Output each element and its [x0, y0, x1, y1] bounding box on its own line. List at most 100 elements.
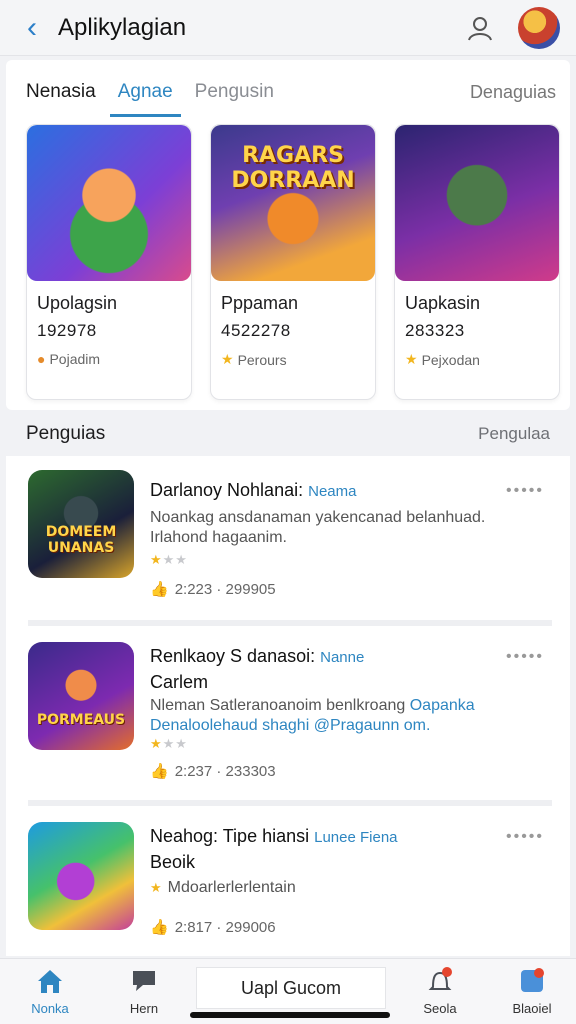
nav-label: Seola: [423, 1001, 457, 1016]
tab-pengusin[interactable]: Pengusin: [195, 77, 274, 107]
game-thumbnail: DOMEEM UNANAS: [28, 470, 134, 578]
card-tag: ★ Pejxodan: [405, 351, 480, 368]
tab-bar: Nenasia Agnae Pengusin Denaguias: [26, 72, 556, 117]
item-title-link[interactable]: Nanne: [320, 649, 364, 666]
item-description: Nleman Satleranoanoim benlkroang Oapanka…: [150, 696, 500, 736]
divider: [28, 800, 552, 806]
nav-blaoiel[interactable]: Blaoiel: [492, 967, 572, 1016]
nav-label: Blaoiel: [512, 1001, 552, 1016]
star-icon: ★★: [162, 736, 188, 751]
item-meta-text: 2:223 · 299905: [174, 580, 276, 598]
search-field[interactable]: Uapl Gucom: [196, 967, 386, 1009]
tab-nenasia[interactable]: Nenasia: [26, 77, 96, 107]
item-title-link[interactable]: Lunee Fiena: [314, 829, 397, 846]
card-number: 4522278: [221, 321, 291, 340]
profile-button[interactable]: [460, 8, 500, 48]
card-tag-label: Pejxodan: [421, 351, 480, 368]
thumbs-up-icon: 👍: [150, 581, 169, 598]
item-title: Neahog: Tipe hiansi Lunee Fiena Beoik: [150, 824, 470, 874]
app-title: Aplikylagian: [58, 13, 187, 41]
user-icon: [468, 16, 492, 40]
game-thumbnail: [28, 822, 134, 930]
nav-label: Hern: [129, 1001, 159, 1016]
star-icon: ★: [150, 880, 162, 895]
more-options-icon[interactable]: •••••: [506, 482, 544, 500]
nav-home[interactable]: Nonka: [10, 967, 90, 1016]
item-desc-text: Mdoarlerlerlentain: [167, 879, 296, 896]
game-artwork: RAGARS DORRAAN: [211, 125, 375, 281]
item-meta: 👍 2:223 · 299905: [150, 580, 276, 599]
item-title-link[interactable]: Neama: [308, 483, 356, 500]
card-tag-label: Perours: [237, 351, 287, 368]
back-button[interactable]: ‹: [10, 6, 54, 50]
game-artwork: [27, 125, 191, 281]
avatar[interactable]: [518, 6, 560, 49]
card-number: 192978: [37, 321, 97, 340]
section-title: Penguias: [26, 423, 106, 444]
app-grid-icon: [521, 968, 544, 992]
thumbs-up-icon: 👍: [150, 919, 169, 936]
pin-icon: ●: [37, 351, 46, 367]
star-rating: ★★★: [150, 552, 188, 568]
thumbnail-title: PORMEAUS: [36, 712, 126, 728]
item-title: Darlanoy Nohlanai: Neama: [150, 478, 470, 504]
item-title-line2: Beoik: [150, 852, 196, 872]
card-number: 283323: [405, 321, 465, 340]
featured-card[interactable]: RAGARS DORRAAN Pppaman 4522278 ★ Perours: [210, 124, 376, 400]
card-tag: ★ Perours: [221, 351, 287, 368]
item-meta: 👍 2:817 · 299006: [150, 918, 276, 937]
item-title-text: Darlanoy Nohlanai:: [150, 480, 304, 500]
item-desc-link[interactable]: Oapanka: [410, 697, 475, 714]
item-description: ★ Mdoarlerlerlentain: [150, 878, 500, 898]
star-icon: ★: [405, 351, 418, 367]
game-thumbnail: PORMEAUS: [28, 642, 134, 750]
star-icon: ★: [221, 351, 234, 367]
featured-cards: Upolagsin 192978 ● Pojadim RAGARS DORRAA…: [26, 124, 560, 400]
item-title-line2: Carlem: [150, 672, 209, 692]
home-icon: [38, 970, 62, 993]
star-icon: ★: [150, 552, 163, 567]
star-icon: ★: [150, 736, 163, 751]
app-list: DOMEEM UNANAS Darlanoy Nohlanai: Neama •…: [6, 456, 570, 956]
bell-icon: [428, 967, 452, 990]
nav-hern[interactable]: Hern: [104, 967, 184, 1016]
top-app-bar: ‹ Aplikylagian: [0, 0, 576, 56]
card-tag: ● Pojadim: [37, 351, 100, 367]
artwork-title: RAGARS DORRAAN: [231, 143, 355, 193]
item-meta: 👍 2:237 · 233303: [150, 762, 276, 781]
section-more-link[interactable]: Pengulaa: [478, 424, 550, 444]
section-header: Penguias Pengulaa: [0, 414, 576, 454]
chat-bubble-icon: [133, 971, 155, 991]
nav-label: Nonka: [31, 1001, 69, 1016]
list-item[interactable]: PORMEAUS Renlkaoy S danasoi: Nanne Carle…: [6, 628, 570, 798]
tab-agnae[interactable]: Agnae: [109, 77, 181, 117]
item-title-text: Renlkaoy S danasoi:: [150, 646, 316, 666]
star-icon: ★★: [162, 552, 188, 567]
card-name: Uapkasin: [405, 293, 481, 313]
list-item[interactable]: Neahog: Tipe hiansi Lunee Fiena Beoik ••…: [6, 808, 570, 956]
more-options-icon[interactable]: •••••: [506, 648, 544, 666]
item-desc-link2[interactable]: @Pragaunn om.: [314, 717, 431, 734]
card-name: Pppaman: [221, 293, 299, 313]
item-description: Noankag ansdanaman yakencanad belanhuad.…: [150, 509, 486, 546]
more-options-icon[interactable]: •••••: [506, 828, 544, 846]
card-name: Upolagsin: [37, 293, 118, 313]
list-item[interactable]: DOMEEM UNANAS Darlanoy Nohlanai: Neama •…: [6, 456, 570, 620]
item-title: Renlkaoy S danasoi: Nanne Carlem: [150, 644, 470, 694]
tab-more-link[interactable]: Denaguias: [470, 82, 556, 103]
chevron-left-icon: ‹: [27, 10, 37, 44]
item-desc-line2: Denaloolehaud shaghi: [150, 717, 310, 734]
thumbnail-title: DOMEEM UNANAS: [45, 524, 117, 556]
featured-card[interactable]: Upolagsin 192978 ● Pojadim: [26, 124, 192, 400]
item-meta-text: 2:817 · 299006: [174, 918, 276, 936]
featured-card[interactable]: Uapkasin 283323 ★ Pejxodan: [394, 124, 560, 400]
home-indicator: [190, 1012, 390, 1018]
item-desc-text: Nleman Satleranoanoim benlkroang: [150, 697, 406, 714]
item-meta-text: 2:237 · 233303: [174, 762, 276, 780]
featured-panel: Nenasia Agnae Pengusin Denaguias Upolags…: [6, 60, 570, 410]
thumbs-up-icon: 👍: [150, 763, 169, 780]
star-rating: ★★★: [150, 736, 188, 752]
nav-seola[interactable]: Seola: [400, 967, 480, 1016]
card-tag-label: Pojadim: [49, 351, 101, 367]
item-title-text: Neahog: Tipe hiansi: [150, 826, 310, 846]
